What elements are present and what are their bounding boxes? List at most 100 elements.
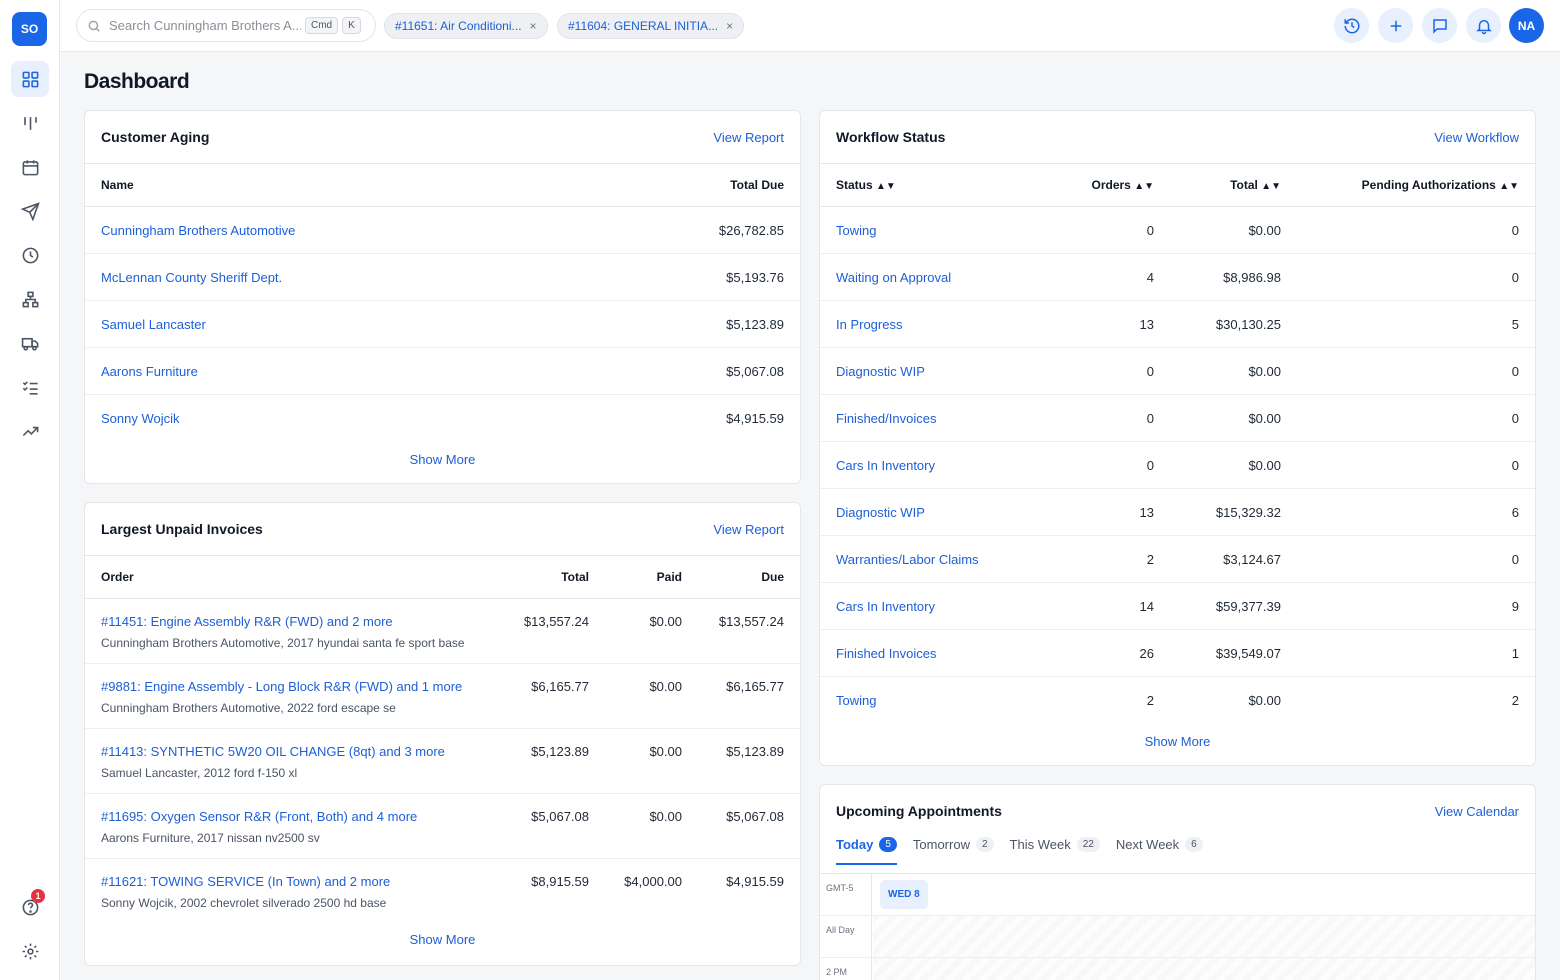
tab-next-week[interactable]: Next Week 6 <box>1116 837 1203 865</box>
sort-icon[interactable]: ▲▼ <box>1499 181 1519 192</box>
unpaid-invoices-card: Largest Unpaid Invoices View Report Orde… <box>84 502 801 966</box>
day-header[interactable]: WED 8 <box>880 880 928 909</box>
nav-settings-icon[interactable] <box>11 933 49 969</box>
order-count: 0 <box>1146 222 1154 238</box>
show-more-link[interactable]: Show More <box>85 452 800 467</box>
tab-tomorrow[interactable]: Tomorrow 2 <box>913 837 994 865</box>
invoice-paid: $0.00 <box>649 679 682 694</box>
sort-icon[interactable]: ▲▼ <box>1134 181 1154 192</box>
col-status[interactable]: Status ▲▼ <box>836 178 1016 192</box>
customer-link[interactable]: McLennan County Sheriff Dept. <box>101 270 282 285</box>
customer-link[interactable]: Aarons Furniture <box>101 364 198 379</box>
nav-truck-icon[interactable] <box>11 325 49 361</box>
col-paid: Paid <box>656 570 682 584</box>
page-title: Dashboard <box>84 70 190 93</box>
workflow-status-link[interactable]: Cars In Inventory <box>836 599 935 614</box>
status-total: $8,986.98 <box>1223 269 1281 285</box>
pending-authorizations: 0 <box>1511 363 1519 379</box>
tab-count-badge: 6 <box>1185 837 1203 852</box>
tab-this-week[interactable]: This Week 22 <box>1010 837 1100 865</box>
time-slot[interactable] <box>873 958 1535 980</box>
table-row: Finished Invoices 26 $39,549.07 1 <box>820 630 1535 677</box>
user-avatar[interactable]: NA <box>1509 8 1544 43</box>
workflow-status-link[interactable]: Diagnostic WIP <box>836 505 925 520</box>
global-search[interactable]: Cmd K <box>76 9 376 42</box>
nav-trending-icon[interactable] <box>11 413 49 449</box>
invoice-paid: $0.00 <box>649 809 682 824</box>
nav-dashboard-icon[interactable] <box>11 61 49 97</box>
recent-order-chip[interactable]: #11651: Air Conditioni... × <box>384 13 548 39</box>
workflow-status-link[interactable]: Diagnostic WIP <box>836 364 925 379</box>
workflow-status-link[interactable]: Finished/Invoices <box>836 411 936 426</box>
table-row: Samuel Lancaster $5,123.89 <box>85 301 800 348</box>
table-row: Towing 0 $0.00 0 <box>820 207 1535 254</box>
add-button[interactable] <box>1378 8 1413 43</box>
nav-calendar-icon[interactable] <box>11 149 49 185</box>
table-row: Diagnostic WIP 0 $0.00 0 <box>820 348 1535 395</box>
customer-link[interactable]: Samuel Lancaster <box>101 317 206 332</box>
shop-logo[interactable]: SO <box>12 12 47 46</box>
order-link[interactable]: #11621: TOWING SERVICE (In Town) and 2 m… <box>101 874 390 889</box>
table-row: Sonny Wojcik $4,915.59 <box>85 395 800 442</box>
col-due: Due <box>761 570 784 584</box>
sort-icon[interactable]: ▲▼ <box>876 181 896 192</box>
col-pending-authorizations[interactable]: Pending Authorizations ▲▼ <box>1281 178 1519 192</box>
sort-icon[interactable]: ▲▼ <box>1261 181 1281 192</box>
nav-checklist-icon[interactable] <box>11 369 49 405</box>
workflow-status-link[interactable]: Warranties/Labor Claims <box>836 552 979 567</box>
workflow-status-link[interactable]: Waiting on Approval <box>836 270 951 285</box>
workflow-status-link[interactable]: Towing <box>836 223 876 238</box>
tab-today[interactable]: Today 5 <box>836 837 897 865</box>
view-calendar-link[interactable]: View Calendar <box>1435 804 1519 819</box>
recent-order-chip[interactable]: #11604: GENERAL INITIA... × <box>557 13 745 39</box>
order-link[interactable]: #11451: Engine Assembly R&R (FWD) and 2 … <box>101 614 393 629</box>
customer-aging-card: Customer Aging View Report Name Total Du… <box>84 110 801 484</box>
table-row: Cars In Inventory 14 $59,377.39 9 <box>820 583 1535 630</box>
close-icon[interactable]: × <box>530 19 537 33</box>
invoice-due: $13,557.24 <box>718 614 784 629</box>
nav-workflow-icon[interactable] <box>11 105 49 141</box>
messages-button[interactable] <box>1422 8 1457 43</box>
workflow-status-link[interactable]: Finished Invoices <box>836 646 936 661</box>
nav-help-icon[interactable]: 1 <box>11 889 49 925</box>
table-row: Warranties/Labor Claims 2 $3,124.67 0 <box>820 536 1535 583</box>
table-row: #11451: Engine Assembly R&R (FWD) and 2 … <box>85 599 800 664</box>
chip-label[interactable]: #11651: Air Conditioni... <box>395 19 522 33</box>
view-workflow-link[interactable]: View Workflow <box>1434 130 1519 145</box>
workflow-status-link[interactable]: In Progress <box>836 317 902 332</box>
workflow-status-link[interactable]: Cars In Inventory <box>836 458 935 473</box>
customer-link[interactable]: Sonny Wojcik <box>101 411 180 426</box>
close-icon[interactable]: × <box>726 19 733 33</box>
card-title: Largest Unpaid Invoices <box>101 521 263 537</box>
nav-hierarchy-icon[interactable] <box>11 281 49 317</box>
notifications-button[interactable] <box>1466 8 1501 43</box>
nav-clock-icon[interactable] <box>11 237 49 273</box>
workflow-status-link[interactable]: Towing <box>836 693 876 708</box>
chip-label[interactable]: #11604: GENERAL INITIA... <box>568 19 718 33</box>
total-due: $4,915.59 <box>726 411 784 426</box>
order-link[interactable]: #11695: Oxygen Sensor R&R (Front, Both) … <box>101 809 417 824</box>
order-link[interactable]: #11413: SYNTHETIC 5W20 OIL CHANGE (8qt) … <box>101 744 445 759</box>
nav-send-icon[interactable] <box>11 193 49 229</box>
pending-authorizations: 0 <box>1511 222 1519 238</box>
table-row: Waiting on Approval 4 $8,986.98 0 <box>820 254 1535 301</box>
view-report-link[interactable]: View Report <box>713 522 784 537</box>
view-report-link[interactable]: View Report <box>713 130 784 145</box>
plus-icon <box>1390 20 1401 31</box>
order-count: 0 <box>1146 457 1154 473</box>
col-orders[interactable]: Orders ▲▼ <box>1016 178 1155 192</box>
show-more-link[interactable]: Show More <box>85 932 800 947</box>
shortcut-k-key: K <box>342 17 361 34</box>
customer-link[interactable]: Cunningham Brothers Automotive <box>101 223 295 238</box>
search-input[interactable] <box>109 18 301 33</box>
table-row: McLennan County Sheriff Dept. $5,193.76 <box>85 254 800 301</box>
show-more-link[interactable]: Show More <box>820 734 1535 749</box>
chat-icon <box>1432 18 1447 34</box>
bell-icon <box>1475 19 1492 34</box>
calendar-grid: GMT-5 WED 8 All Day 2 PM <box>820 873 1535 980</box>
status-total: $39,549.07 <box>1215 645 1281 661</box>
col-total[interactable]: Total ▲▼ <box>1154 178 1281 192</box>
all-day-slot[interactable] <box>873 916 1535 957</box>
history-button[interactable] <box>1334 8 1369 43</box>
order-link[interactable]: #9881: Engine Assembly - Long Block R&R … <box>101 679 462 694</box>
